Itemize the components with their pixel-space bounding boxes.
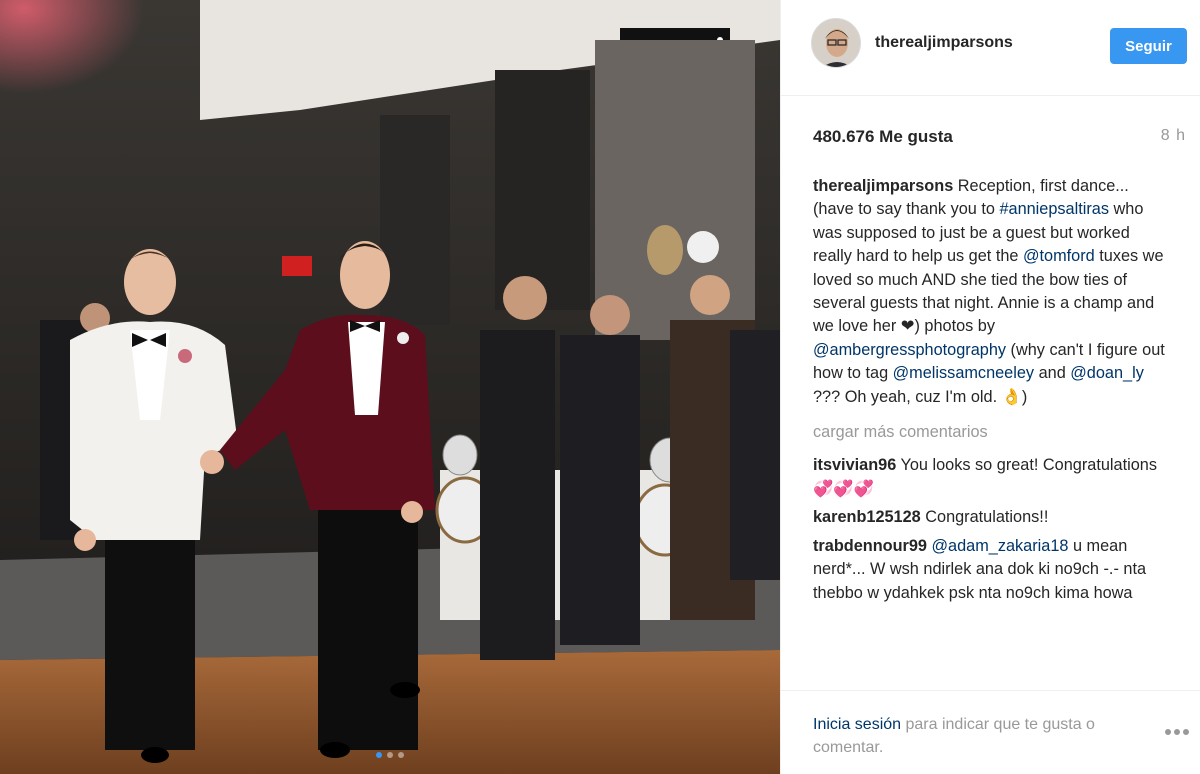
- heart-emoji: ❤: [900, 317, 915, 336]
- comment-text: Congratulations!!: [920, 508, 1049, 527]
- comment-item: trabdennour99 @adam_zakaria18 u mean ner…: [813, 535, 1173, 605]
- comments-list: therealjimparsons Reception, first dance…: [813, 175, 1173, 610]
- hearts-emoji: 💞💞💞: [813, 479, 874, 498]
- carousel-dot: [376, 752, 382, 758]
- mention-link[interactable]: @adam_zakaria18: [932, 537, 1069, 555]
- caption-text: and: [1034, 364, 1071, 383]
- likes-count[interactable]: 480.676 Me gusta: [813, 127, 953, 147]
- post-side-panel: therealjimparsons Seguir 480.676 Me gust…: [780, 0, 1200, 774]
- post-caption: therealjimparsons Reception, first dance…: [813, 175, 1173, 409]
- caption-author-link[interactable]: therealjimparsons: [813, 177, 953, 195]
- comment-item: itsvivian96 You looks so great! Congratu…: [813, 454, 1173, 501]
- instagram-post: therealjimparsons Seguir 480.676 Me gust…: [0, 0, 1200, 774]
- caption-text: ??? Oh yeah, cuz I'm old.: [813, 387, 1002, 406]
- carousel-dot: [398, 752, 404, 758]
- more-options-icon[interactable]: [1165, 729, 1189, 735]
- caption-text: ): [1021, 387, 1028, 406]
- hashtag-link[interactable]: #anniepsaltiras: [999, 200, 1109, 218]
- comment-author-link[interactable]: karenb125128: [813, 508, 921, 526]
- carousel-dot: [387, 752, 393, 758]
- mention-link[interactable]: @melissamcneeley: [893, 364, 1034, 382]
- mention-link[interactable]: @tomford: [1023, 247, 1095, 265]
- comment-author-link[interactable]: trabdennour99: [813, 537, 927, 555]
- avatar-image: [812, 19, 860, 67]
- comment-text: You looks so great! Congratulations: [896, 456, 1157, 475]
- carousel-indicator: [0, 752, 780, 758]
- post-header: therealjimparsons Seguir: [781, 0, 1200, 96]
- comment-author-link[interactable]: itsvivian96: [813, 456, 896, 474]
- ok-hand-emoji: 👌: [1001, 387, 1022, 406]
- login-link[interactable]: Inicia sesión: [813, 716, 901, 733]
- follow-button[interactable]: Seguir: [1110, 28, 1187, 64]
- mention-link[interactable]: @ambergressphotography: [813, 341, 1006, 359]
- comment-item: karenb125128 Congratulations!!: [813, 506, 1173, 529]
- login-prompt: Inicia sesión para indicar que te gusta …: [813, 713, 1113, 759]
- caption-text: ) photos by: [914, 317, 996, 336]
- load-more-comments-link[interactable]: cargar más comentarios: [813, 421, 1173, 444]
- post-footer: Inicia sesión para indicar que te gusta …: [781, 690, 1200, 774]
- wedding-photo-image: [0, 0, 780, 774]
- username-link[interactable]: therealjimparsons: [875, 34, 1013, 52]
- mention-link[interactable]: @doan_ly: [1070, 364, 1144, 382]
- avatar[interactable]: [811, 18, 861, 68]
- post-time[interactable]: 8 h: [1161, 127, 1186, 145]
- post-photo[interactable]: [0, 0, 780, 774]
